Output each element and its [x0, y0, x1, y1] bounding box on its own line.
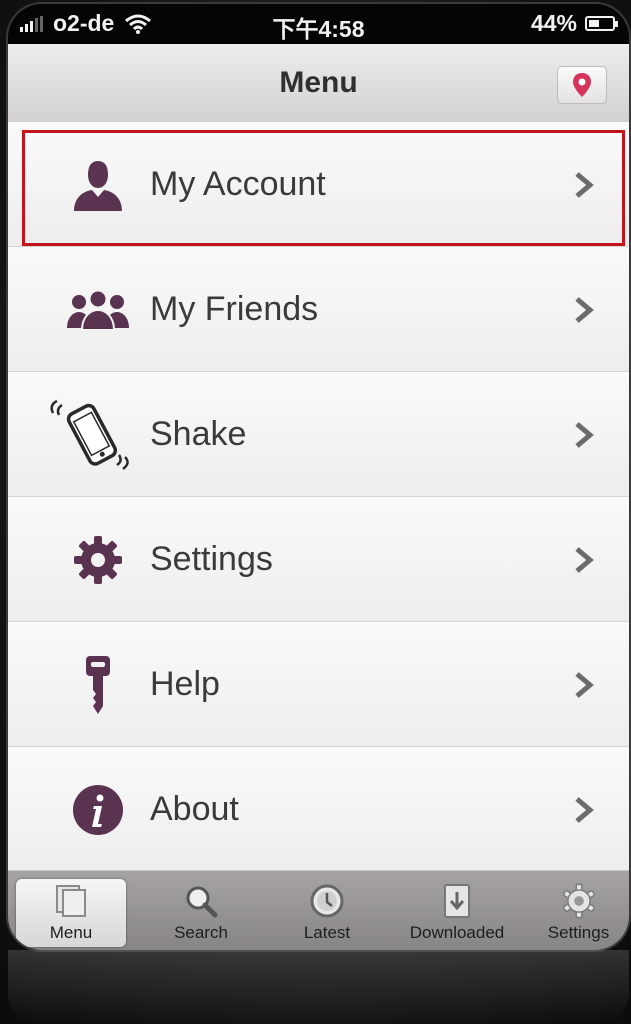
- menu-item-my-account[interactable]: My Account: [8, 122, 629, 247]
- tab-settings[interactable]: Settings: [528, 871, 629, 950]
- tab-menu[interactable]: Menu: [8, 871, 134, 950]
- tab-latest[interactable]: Latest: [264, 871, 390, 950]
- menu-item-label: About: [150, 790, 239, 828]
- location-button[interactable]: [557, 66, 607, 104]
- navigation-bar: Menu: [8, 44, 629, 123]
- tab-bar: Menu Search Latest Downloaded Settings: [8, 870, 629, 950]
- menu-pages-icon: [56, 885, 86, 917]
- phone-screen: o2-de 下午4:58 44% Menu My Account My Frie…: [8, 4, 629, 950]
- chevron-right-icon: [575, 297, 594, 323]
- download-icon: [444, 884, 470, 918]
- menu-item-label: My Friends: [150, 290, 319, 328]
- menu-item-help[interactable]: Help: [8, 622, 629, 747]
- tab-search[interactable]: Search: [138, 871, 264, 950]
- map-pin-icon: [573, 73, 591, 97]
- chevron-right-icon: [575, 797, 594, 823]
- chevron-right-icon: [575, 547, 594, 573]
- battery-icon: [585, 16, 618, 31]
- menu-item-about[interactable]: About: [8, 747, 629, 872]
- group-icon: [67, 289, 129, 331]
- magnifier-icon: [186, 886, 218, 918]
- selection-highlight: [22, 130, 625, 246]
- tab-downloaded[interactable]: Downloaded: [392, 871, 522, 950]
- info-icon: [73, 784, 123, 835]
- page-title: Menu: [279, 66, 358, 99]
- menu-item-label: Shake: [150, 415, 247, 453]
- battery-percent: 44%: [530, 10, 577, 36]
- menu-item-settings[interactable]: Settings: [8, 497, 629, 622]
- gear-icon: [562, 883, 595, 919]
- menu-list: My Account My Friends Shake Settings Hel…: [8, 122, 629, 872]
- status-bar: o2-de 下午4:58 44%: [8, 4, 629, 44]
- chevron-right-icon: [575, 672, 594, 698]
- chevron-right-icon: [575, 422, 594, 448]
- menu-item-label: Help: [150, 665, 220, 703]
- menu-item-my-friends[interactable]: My Friends: [8, 247, 629, 372]
- clock-icon: [310, 884, 344, 918]
- menu-item-shake[interactable]: Shake: [8, 372, 629, 497]
- gear-icon: [74, 535, 122, 584]
- menu-item-label: Settings: [150, 540, 273, 578]
- screen-reflection: [8, 950, 629, 1024]
- key-icon: [86, 655, 110, 714]
- phone-shake-icon: [50, 399, 129, 470]
